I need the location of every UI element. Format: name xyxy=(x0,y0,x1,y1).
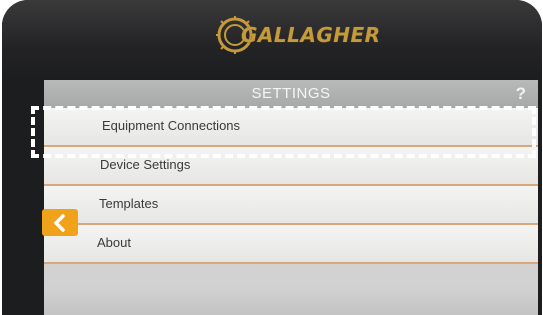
menu-item-templates[interactable]: Templates xyxy=(44,186,538,225)
screen-bottom-shade xyxy=(44,290,538,315)
back-button[interactable] xyxy=(42,209,78,236)
screen-header: SETTINGS ? xyxy=(44,80,538,108)
chevron-left-icon xyxy=(54,213,65,232)
menu-item-label: About xyxy=(97,235,131,250)
page-title: SETTINGS xyxy=(251,85,331,102)
highlight-outline xyxy=(31,106,536,158)
brand-name: GALLAGHER xyxy=(241,23,381,47)
help-icon[interactable]: ? xyxy=(516,84,526,104)
menu-item-label: Device Settings xyxy=(100,157,191,172)
brand-logo: GALLAGHER xyxy=(215,14,385,56)
menu-item-about[interactable]: About xyxy=(44,225,538,264)
menu-item-label: Templates xyxy=(99,196,159,211)
